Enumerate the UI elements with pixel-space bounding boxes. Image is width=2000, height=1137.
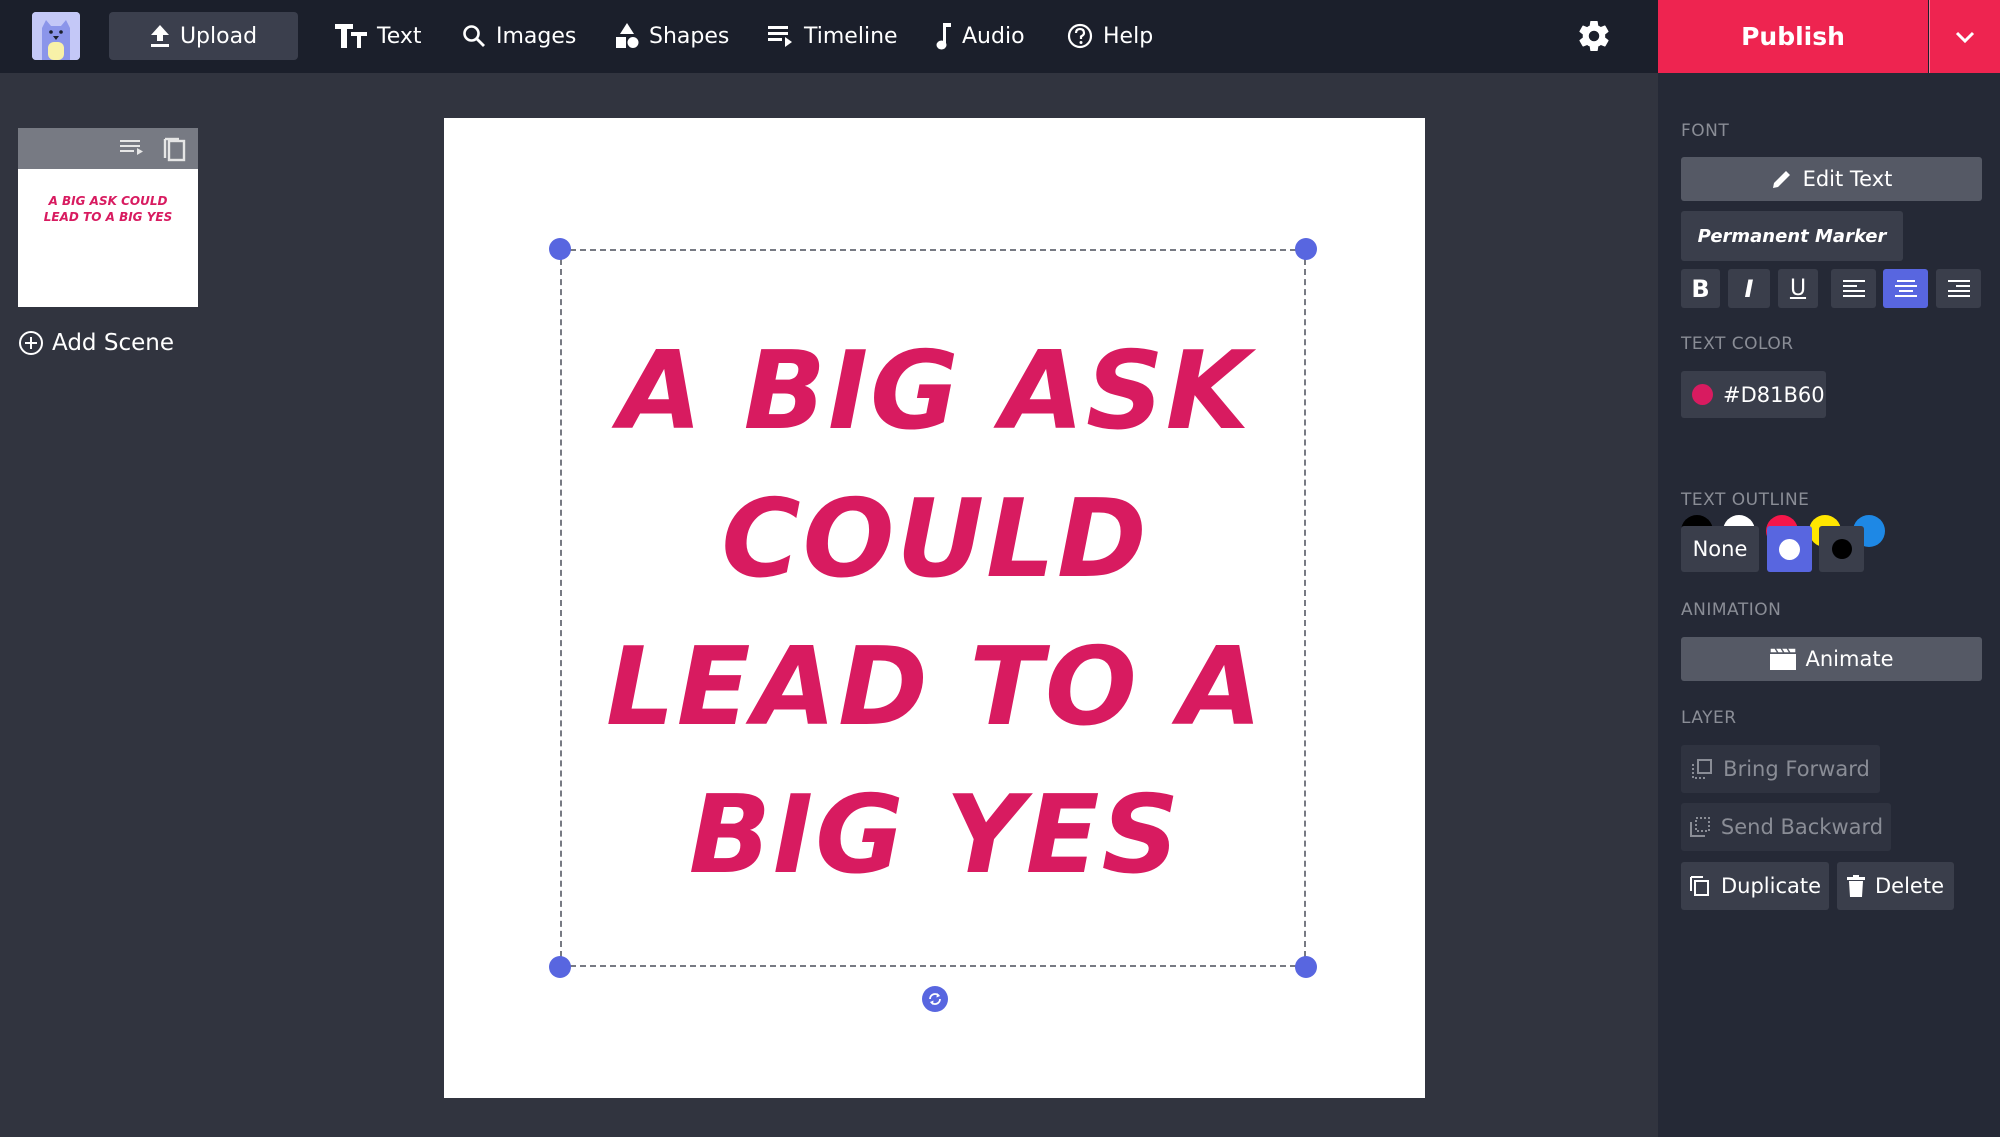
upload-label: Upload — [179, 23, 258, 49]
align-center-icon — [1894, 279, 1917, 297]
clapperboard-icon — [1769, 648, 1796, 670]
send-backward-button[interactable]: Send Backward — [1681, 803, 1891, 851]
current-color-dot — [1692, 384, 1713, 405]
duplicate-label: Duplicate — [1720, 874, 1822, 898]
underline-icon: U — [1789, 276, 1807, 301]
resize-handle-top-left[interactable] — [549, 238, 571, 260]
bold-button[interactable]: B — [1681, 269, 1720, 308]
add-scene-button[interactable]: Add Scene — [18, 330, 174, 356]
rotate-icon — [929, 993, 941, 1005]
add-scene-label: Add Scene — [52, 330, 174, 356]
outline-white-dot — [1779, 538, 1800, 560]
nav-text[interactable]: Text — [335, 12, 422, 60]
nav-shapes-label: Shapes — [649, 23, 730, 49]
outline-black-button[interactable] — [1819, 526, 1864, 572]
align-right-button[interactable] — [1936, 269, 1981, 308]
underline-button[interactable]: U — [1778, 269, 1818, 308]
align-center-button[interactable] — [1883, 269, 1928, 308]
italic-button[interactable]: I — [1728, 269, 1770, 308]
search-icon — [463, 25, 485, 47]
text-color-label: TEXT COLOR — [1681, 334, 1794, 354]
music-note-icon — [936, 23, 951, 50]
send-backward-label: Send Backward — [1720, 815, 1884, 839]
nav-images[interactable]: Images — [462, 12, 576, 60]
edit-text-button[interactable]: Edit Text — [1681, 157, 1982, 201]
send-backward-icon — [1689, 817, 1710, 837]
animation-label: ANIMATION — [1681, 600, 1782, 620]
settings-button[interactable] — [1576, 18, 1612, 54]
font-family-value: Permanent Marker — [1697, 225, 1887, 247]
nav-shapes[interactable]: Shapes — [615, 12, 729, 60]
help-icon — [1067, 23, 1093, 49]
font-section-label: FONT — [1681, 121, 1730, 141]
resize-handle-bottom-right[interactable] — [1295, 956, 1317, 978]
selection-box[interactable] — [560, 249, 1306, 967]
bring-forward-icon — [1692, 759, 1713, 779]
align-left-icon — [1842, 279, 1865, 297]
nav-text-label: Text — [377, 23, 422, 49]
gear-icon — [1579, 21, 1609, 52]
layer-label: LAYER — [1681, 708, 1737, 728]
timeline-icon — [768, 26, 792, 47]
rotate-handle[interactable] — [922, 986, 948, 1012]
italic-icon: I — [1744, 274, 1754, 303]
upload-icon — [150, 25, 169, 47]
pencil-icon — [1772, 171, 1790, 188]
nav-timeline[interactable]: Timeline — [768, 12, 898, 60]
outline-none-label: None — [1692, 537, 1748, 561]
scene-thumbnail[interactable]: A big ask could lead to a big yes — [18, 128, 198, 307]
scene-thumbnail-text: A big ask could lead to a big yes — [43, 194, 173, 224]
animate-label: Animate — [1805, 647, 1894, 671]
outline-black-dot — [1831, 539, 1852, 559]
scene-duplicate-icon[interactable] — [163, 136, 187, 166]
align-right-icon — [1947, 279, 1970, 297]
publish-options-button[interactable] — [1929, 0, 2000, 73]
resize-handle-top-right[interactable] — [1295, 238, 1317, 260]
animate-button[interactable]: Animate — [1681, 637, 1982, 681]
current-color-hex: #D81B60 — [1723, 382, 1825, 407]
bring-forward-label: Bring Forward — [1723, 757, 1870, 781]
nav-images-label: Images — [496, 23, 577, 49]
outline-none-button[interactable]: None — [1681, 526, 1759, 572]
text-outline-label: TEXT OUTLINE — [1681, 490, 1810, 510]
upload-button[interactable]: Upload — [109, 12, 298, 60]
color-picker-button[interactable]: #D81B60 — [1681, 371, 1826, 418]
edit-text-label: Edit Text — [1802, 167, 1893, 191]
delete-button[interactable]: Delete — [1837, 862, 1954, 910]
bold-icon: B — [1691, 274, 1710, 303]
trash-icon — [1847, 875, 1865, 897]
text-size-icon — [335, 24, 367, 48]
align-left-button[interactable] — [1831, 269, 1876, 308]
resize-handle-bottom-left[interactable] — [549, 956, 571, 978]
nav-help-label: Help — [1103, 23, 1154, 49]
app-logo[interactable] — [32, 12, 80, 60]
publish-label: Publish — [1741, 22, 1845, 51]
nav-timeline-label: Timeline — [804, 23, 898, 49]
cat-logo-icon — [32, 12, 80, 60]
outline-white-button[interactable] — [1767, 526, 1812, 572]
add-circle-icon — [19, 331, 43, 355]
duplicate-button[interactable]: Duplicate — [1681, 862, 1829, 910]
bring-forward-button[interactable]: Bring Forward — [1681, 745, 1880, 793]
nav-help[interactable]: Help — [1067, 12, 1153, 60]
properties-panel: FONT Edit Text Permanent Marker B I U TE… — [1658, 73, 2000, 1137]
design-canvas[interactable]: A big ask could lead to a big yes — [444, 118, 1425, 1098]
duplicate-icon — [1689, 876, 1709, 896]
shapes-icon — [616, 23, 639, 48]
top-bar: Upload Text Images Shapes Timeline Audio… — [0, 0, 2000, 73]
publish-button[interactable]: Publish — [1658, 0, 1928, 73]
nav-audio-label: Audio — [962, 23, 1025, 49]
scene-timeline-icon[interactable] — [120, 136, 146, 162]
scene-thumbnail-toolbar — [18, 128, 198, 169]
chevron-down-icon — [1955, 31, 1975, 43]
font-family-select[interactable]: Permanent Marker — [1681, 211, 1903, 261]
delete-label: Delete — [1875, 874, 1944, 898]
nav-audio[interactable]: Audio — [936, 12, 1025, 60]
